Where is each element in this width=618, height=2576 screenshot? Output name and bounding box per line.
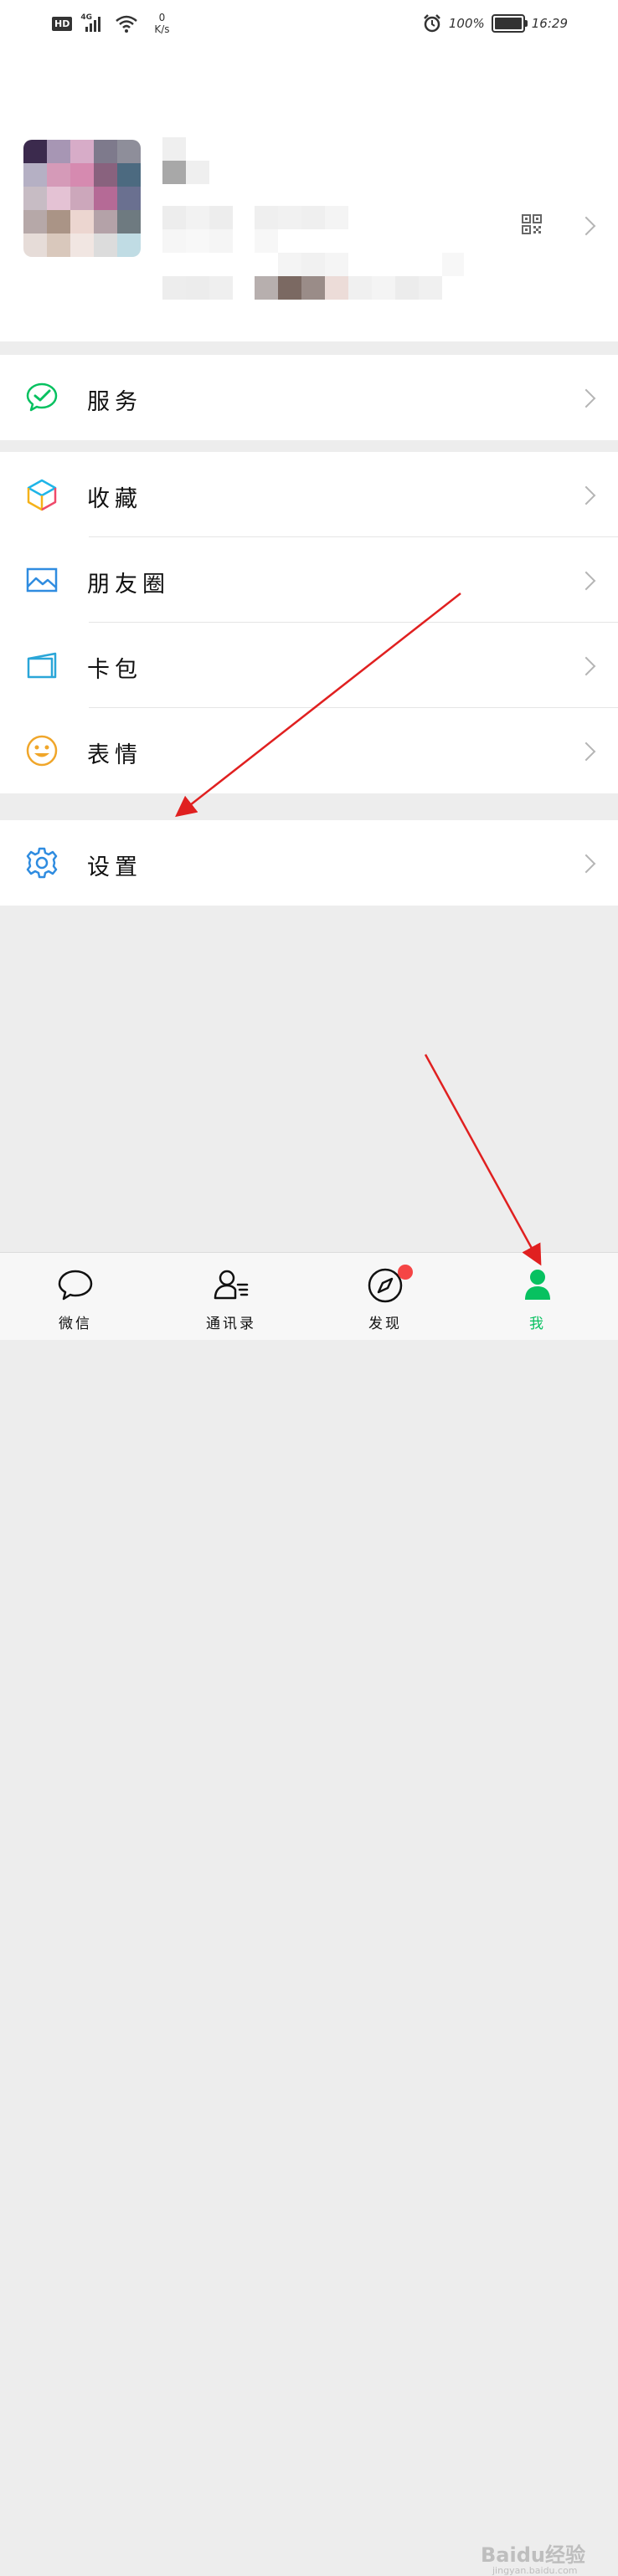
- tab-chats[interactable]: 微信: [25, 1253, 126, 1340]
- contacts-icon: [214, 1270, 249, 1300]
- clock: 16:29: [531, 16, 568, 31]
- baidu-watermark-url: jingyan.baidu.com: [492, 2565, 578, 2576]
- chevron-right-icon: [576, 741, 596, 762]
- menu-item-moments[interactable]: 朋友圈: [0, 537, 618, 623]
- baidu-watermark: Baidu经验: [481, 2543, 585, 2567]
- profile-chevron-icon: [576, 216, 596, 236]
- me-profile-icon: [525, 1270, 550, 1300]
- service-icon: [26, 382, 58, 412]
- smiley-icon: [26, 735, 58, 767]
- card-wallet-icon: [27, 652, 57, 679]
- qr-code-icon[interactable]: [522, 214, 542, 234]
- menu-label-cards: 卡包: [87, 657, 142, 683]
- arrow-to-me-tab: [424, 1054, 542, 1266]
- gear-icon: [26, 847, 58, 879]
- battery-icon: [491, 14, 528, 33]
- menu-item-favorites[interactable]: 收藏: [0, 452, 618, 537]
- chat-bubble-icon: [58, 1270, 93, 1301]
- menu-item-settings[interactable]: 设置: [0, 820, 618, 906]
- service-group: 服务: [0, 355, 618, 440]
- moments-picture-icon: [26, 567, 58, 593]
- tab-discover[interactable]: 发现: [335, 1253, 435, 1340]
- nickname-blurred: [162, 137, 209, 184]
- menu-label-settings: 设置: [87, 854, 142, 880]
- chevron-right-icon: [576, 656, 596, 676]
- avatar[interactable]: [23, 140, 141, 257]
- menu-item-service[interactable]: 服务: [0, 355, 618, 440]
- tab-label-contacts: 通讯录: [206, 1316, 256, 1332]
- wifi-icon: [116, 15, 138, 33]
- battery-percent: 100%: [448, 16, 485, 31]
- menu-label-favorites: 收藏: [87, 486, 142, 512]
- tab-label-chats: 微信: [59, 1316, 92, 1332]
- settings-group: 设置: [0, 820, 618, 906]
- menu-label-service: 服务: [87, 389, 142, 415]
- notification-badge: [398, 1265, 413, 1280]
- menu-item-stickers[interactable]: 表情: [0, 708, 618, 793]
- tab-contacts[interactable]: 通讯录: [181, 1253, 281, 1340]
- chevron-right-icon: [576, 854, 596, 874]
- status-bar: HD 4G 0 K/s 100% 16:29: [0, 0, 618, 50]
- menu-item-cards[interactable]: 卡包: [0, 623, 618, 708]
- chevron-right-icon: [576, 571, 596, 591]
- tab-label-me: 我: [529, 1316, 546, 1332]
- hd-badge: HD: [52, 16, 73, 31]
- favorites-cube-icon: [27, 479, 57, 511]
- chevron-right-icon: [576, 485, 596, 505]
- network-speed: 0 K/s: [154, 12, 170, 35]
- tab-me[interactable]: 我: [487, 1253, 588, 1340]
- cellular-signal-icon: 4G: [79, 13, 107, 33]
- tab-label-discover: 发现: [368, 1316, 402, 1332]
- bottom-tab-bar: 微信 通讯录 发现 我 Baidu经验 jingyan.baidu.com: [0, 1252, 618, 2576]
- profile-card[interactable]: [0, 50, 618, 341]
- menu-label-moments: 朋友圈: [87, 572, 170, 598]
- wechat-id-blurred: [162, 206, 464, 300]
- menu-label-stickers: 表情: [87, 742, 142, 768]
- alarm-icon: [423, 14, 440, 33]
- main-menu-group: 收藏 朋友圈 卡包 表情: [0, 452, 618, 793]
- chevron-right-icon: [576, 388, 596, 408]
